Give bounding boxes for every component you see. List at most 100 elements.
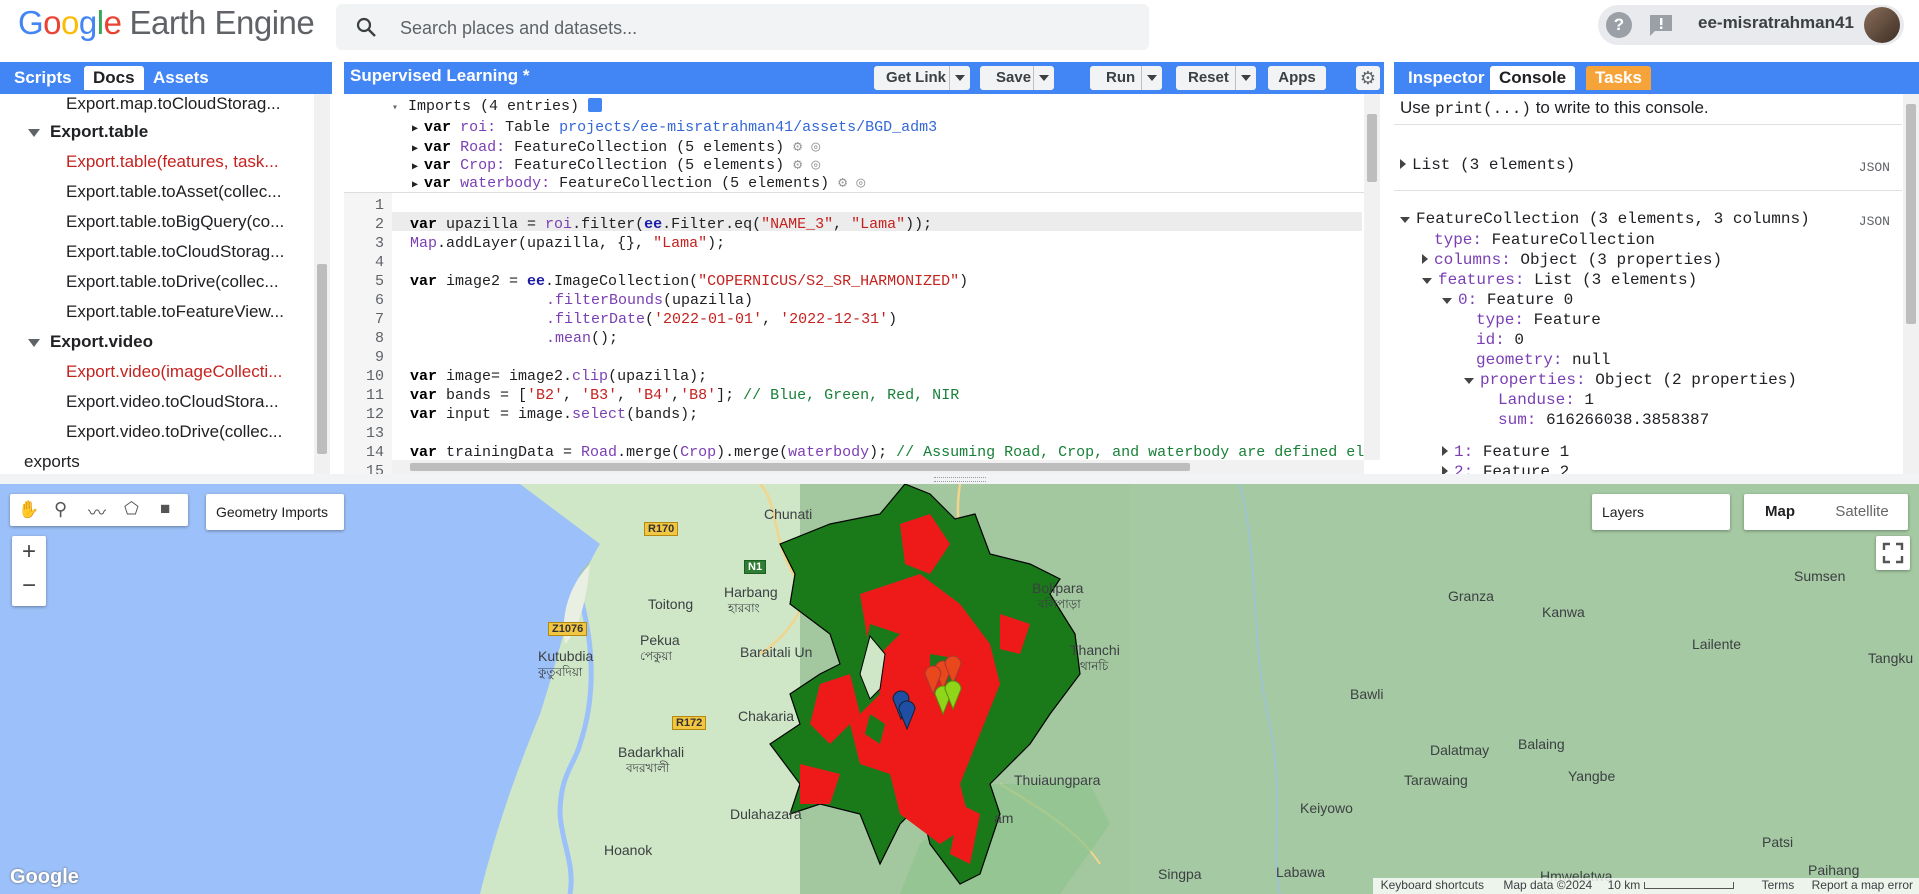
tab-assets[interactable]: Assets <box>144 66 218 90</box>
scale-label[interactable]: 10 km <box>1608 878 1641 892</box>
polyline-icon[interactable]: 〰 <box>88 499 106 525</box>
json-button[interactable]: JSON <box>1859 160 1890 175</box>
show-code-icon[interactable] <box>588 98 603 112</box>
terms-link[interactable]: Terms <box>1762 878 1795 892</box>
docs-item[interactable]: Export.video.toCloudStora... <box>66 392 279 412</box>
tab-scripts[interactable]: Scripts <box>5 66 81 90</box>
left-tabbar: Scripts Docs Assets <box>0 62 332 94</box>
imports-header[interactable]: ▾ Imports (4 entries) <box>392 98 603 115</box>
settings-icon[interactable]: ⚙ <box>793 139 802 156</box>
collapse-arrow-icon[interactable]: ▾ <box>392 103 398 114</box>
color-icon[interactable]: ◎ <box>811 139 820 156</box>
collapse-arrow-icon[interactable] <box>1442 298 1452 304</box>
console-row[interactable]: features: List (3 elements) <box>1422 271 1697 289</box>
run-button[interactable]: Run <box>1090 66 1162 90</box>
console-entry-list[interactable]: List (3 elements) <box>1400 156 1575 174</box>
docs-item[interactable]: Export.video.toDrive(collec... <box>66 422 282 442</box>
color-icon[interactable]: ◎ <box>811 157 820 174</box>
console-row[interactable]: 1: Feature 1 <box>1442 443 1569 461</box>
import-waterbody[interactable]: ▶ var waterbody: FeatureCollection (5 ele… <box>412 173 865 192</box>
drag-handle-icon[interactable] <box>934 477 986 482</box>
layers-button[interactable]: Layers <box>1592 494 1730 530</box>
scrollbar-thumb[interactable] <box>317 264 327 454</box>
code-area[interactable]: var upazilla = roi.filter(ee.Filter.eq("… <box>344 193 1364 461</box>
json-button[interactable]: JSON <box>1859 214 1890 229</box>
asset-link[interactable]: projects/ee-misratrahman41/assets/BGD_ad… <box>559 119 937 136</box>
map-view[interactable]: ✋ ⚲ 〰 ⬠ ■ Geometry Imports Layers Map Sa… <box>0 484 1919 894</box>
docs-group-export-table[interactable]: Export.table <box>28 122 148 142</box>
console-entry-featurecollection[interactable]: FeatureCollection (3 elements, 3 columns… <box>1400 210 1810 228</box>
map-type-map[interactable]: Map <box>1744 494 1816 530</box>
scrollbar-thumb[interactable] <box>410 463 1190 471</box>
docs-item[interactable]: Export.table.toCloudStorag... <box>66 242 284 262</box>
avatar[interactable] <box>1864 7 1900 43</box>
expand-arrow-icon[interactable] <box>1442 446 1448 456</box>
fullscreen-icon[interactable] <box>1876 536 1910 570</box>
import-roi[interactable]: ▶ var roi: Table projects/ee-misratrahman… <box>412 119 937 136</box>
tab-tasks[interactable]: Tasks <box>1586 66 1651 90</box>
hand-icon[interactable]: ✋ <box>18 500 39 520</box>
tab-console[interactable]: Console <box>1490 66 1576 90</box>
reset-button[interactable]: Reset <box>1176 66 1256 90</box>
docs-item[interactable]: Export.map.toCloudStorag... <box>66 94 281 114</box>
console-row[interactable]: columns: Object (3 properties) <box>1422 251 1722 269</box>
tab-inspector[interactable]: Inspector <box>1399 66 1494 90</box>
marker-icon[interactable]: ⚲ <box>54 499 67 520</box>
editor-vscrollbar[interactable] <box>1364 94 1380 460</box>
console-row[interactable]: 0: Feature 0 <box>1442 291 1573 309</box>
import-crop[interactable]: ▶ var Crop: FeatureCollection (5 elements… <box>412 155 820 174</box>
expand-arrow-icon[interactable] <box>1442 466 1448 474</box>
collapse-arrow-icon[interactable] <box>1422 278 1432 284</box>
dropdown-arrow-icon[interactable] <box>1141 66 1162 90</box>
docs-item-selected[interactable]: Export.table(features, task... <box>66 152 279 172</box>
import-road[interactable]: ▶ var Road: FeatureCollection (5 elements… <box>412 137 820 156</box>
docs-item-exports[interactable]: exports <box>24 452 80 472</box>
polygon-icon[interactable]: ⬠ <box>124 499 139 519</box>
docs-item[interactable]: Export.table.toAsset(collec... <box>66 182 281 202</box>
save-button[interactable]: Save <box>980 66 1054 90</box>
username[interactable]: ee-misratrahman41 <box>1698 13 1854 33</box>
settings-icon[interactable]: ⚙ <box>793 157 802 174</box>
map-resize-bar[interactable] <box>0 474 1919 484</box>
console-scrollbar[interactable] <box>1903 94 1919 474</box>
console-row[interactable]: properties: Object (2 properties) <box>1464 371 1797 389</box>
tab-docs[interactable]: Docs <box>84 66 144 90</box>
zoom-out-button[interactable]: − <box>12 572 46 600</box>
map-canvas[interactable] <box>0 484 1919 894</box>
earth-engine-logo[interactable]: Google Earth Engine <box>18 4 315 42</box>
dropdown-arrow-icon[interactable] <box>1033 66 1054 90</box>
gear-icon[interactable]: ⚙ <box>1356 66 1380 90</box>
search-box[interactable] <box>336 4 1149 52</box>
settings-icon[interactable]: ⚙ <box>838 175 847 192</box>
collapse-arrow-icon[interactable] <box>1464 378 1474 384</box>
scrollbar-thumb[interactable] <box>1367 114 1377 182</box>
docs-item[interactable]: Export.video(imageCollecti... <box>66 362 282 382</box>
get-link-button[interactable]: Get Link <box>874 66 970 90</box>
search-input[interactable] <box>398 4 1122 52</box>
docs-scrollbar[interactable] <box>314 94 330 474</box>
apps-button[interactable]: Apps <box>1268 66 1326 90</box>
report-error-link[interactable]: Report a map error <box>1812 878 1913 892</box>
console-row[interactable]: 2: Feature 2 <box>1442 463 1569 474</box>
collapse-arrow-icon[interactable] <box>1400 217 1410 223</box>
docs-item[interactable]: Export.table.toDrive(collec... <box>66 272 279 292</box>
geometry-imports-button[interactable]: Geometry Imports <box>206 494 344 530</box>
color-icon[interactable]: ◎ <box>856 175 865 192</box>
expand-arrow-icon[interactable] <box>1422 254 1428 264</box>
help-icon[interactable]: ? <box>1606 12 1632 38</box>
zoom-in-button[interactable]: + <box>12 538 46 566</box>
dropdown-arrow-icon[interactable] <box>1235 66 1256 90</box>
keyboard-shortcuts-link[interactable]: Keyboard shortcuts <box>1381 878 1484 892</box>
map-type-satellite[interactable]: Satellite <box>1816 494 1908 530</box>
scrollbar-thumb[interactable] <box>1906 104 1916 324</box>
docs-item[interactable]: Export.table.toFeatureView... <box>66 302 284 322</box>
docs-item[interactable]: Export.table.toBigQuery(co... <box>66 212 284 232</box>
console-output: Use print(...) to write to this console.… <box>1394 94 1902 474</box>
dropdown-arrow-icon[interactable] <box>949 66 970 90</box>
expand-arrow-icon[interactable] <box>1400 159 1406 169</box>
feedback-icon[interactable] <box>1648 13 1674 37</box>
editor-hscrollbar[interactable] <box>392 460 1364 474</box>
panel-resize-handle[interactable] <box>1386 242 1390 302</box>
docs-group-export-video[interactable]: Export.video <box>28 332 153 352</box>
rectangle-icon[interactable]: ■ <box>160 499 170 519</box>
